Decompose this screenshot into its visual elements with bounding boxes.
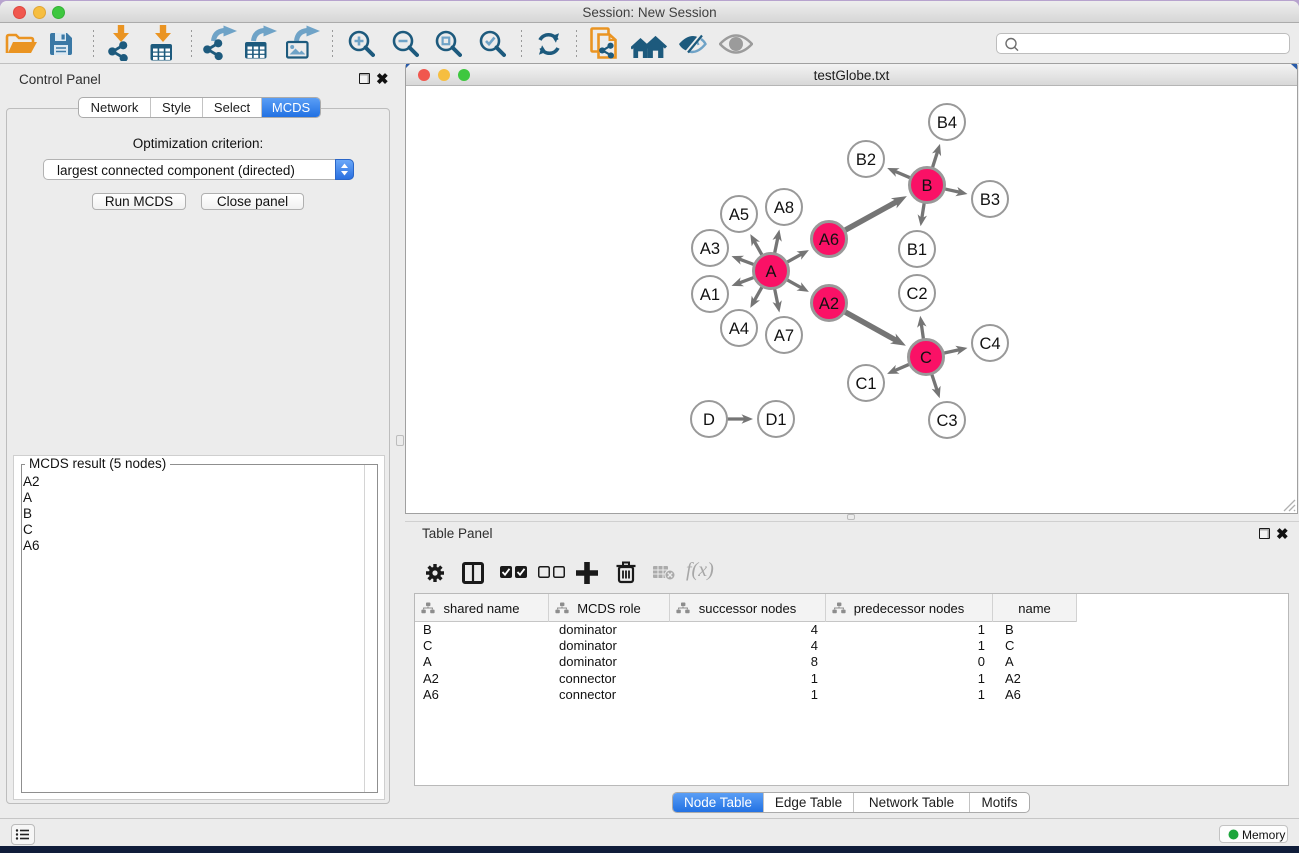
svg-text:A2: A2 <box>819 295 839 313</box>
svg-text:C: C <box>920 349 932 367</box>
svg-text:B2: B2 <box>856 151 876 169</box>
svg-text:A: A <box>765 263 776 281</box>
svg-text:D1: D1 <box>765 411 786 429</box>
svg-text:D: D <box>703 411 715 429</box>
svg-text:A3: A3 <box>700 240 720 258</box>
svg-text:A1: A1 <box>700 286 720 304</box>
svg-text:B4: B4 <box>937 114 957 132</box>
svg-text:C2: C2 <box>906 285 927 303</box>
svg-text:A5: A5 <box>729 206 749 224</box>
svg-text:C3: C3 <box>936 412 957 430</box>
svg-text:B1: B1 <box>907 241 927 259</box>
svg-text:B3: B3 <box>980 191 1000 209</box>
svg-text:C4: C4 <box>979 335 1000 353</box>
svg-text:f(x): f(x) <box>686 559 714 581</box>
svg-text:B: B <box>921 177 932 195</box>
svg-text:A7: A7 <box>774 327 794 345</box>
svg-text:A6: A6 <box>819 231 839 249</box>
svg-text:C1: C1 <box>855 375 876 393</box>
svg-text:A4: A4 <box>729 320 749 338</box>
svg-text:A8: A8 <box>774 199 794 217</box>
